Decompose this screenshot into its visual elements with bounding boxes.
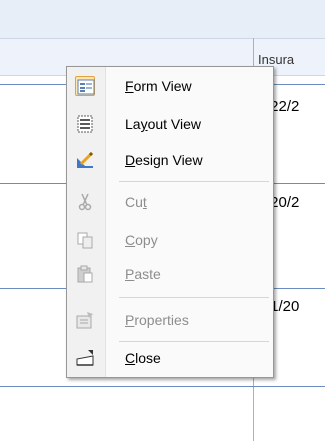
menu-item-cut[interactable]: Cut bbox=[69, 187, 271, 217]
menu-separator bbox=[119, 341, 269, 342]
menu-item-design-view[interactable]: Design View bbox=[69, 145, 271, 175]
menu-item-properties[interactable]: Properties bbox=[69, 305, 271, 335]
menu-separator bbox=[119, 297, 269, 298]
close-window-icon bbox=[75, 348, 95, 368]
scissors-icon bbox=[75, 192, 95, 212]
design-view-icon bbox=[75, 150, 95, 170]
menu-item-copy[interactable]: Copy bbox=[69, 225, 271, 255]
menu-item-paste[interactable]: Paste bbox=[69, 259, 271, 289]
paste-icon bbox=[75, 264, 95, 284]
copy-icon bbox=[75, 230, 95, 250]
layout-view-icon bbox=[75, 114, 95, 134]
menu-separator bbox=[119, 181, 269, 182]
menu-item-close[interactable]: Close bbox=[69, 343, 271, 373]
row-separator bbox=[0, 386, 325, 387]
form-view-icon bbox=[75, 76, 95, 96]
menu-item-form-view[interactable]: Form View bbox=[69, 71, 271, 101]
context-menu: Form View Layout View Design View Cut Co… bbox=[66, 66, 274, 378]
column-header-insurance[interactable]: Insura bbox=[258, 52, 294, 67]
title-band bbox=[0, 0, 325, 38]
menu-item-layout-view[interactable]: Layout View bbox=[69, 109, 271, 139]
properties-icon bbox=[75, 310, 95, 330]
